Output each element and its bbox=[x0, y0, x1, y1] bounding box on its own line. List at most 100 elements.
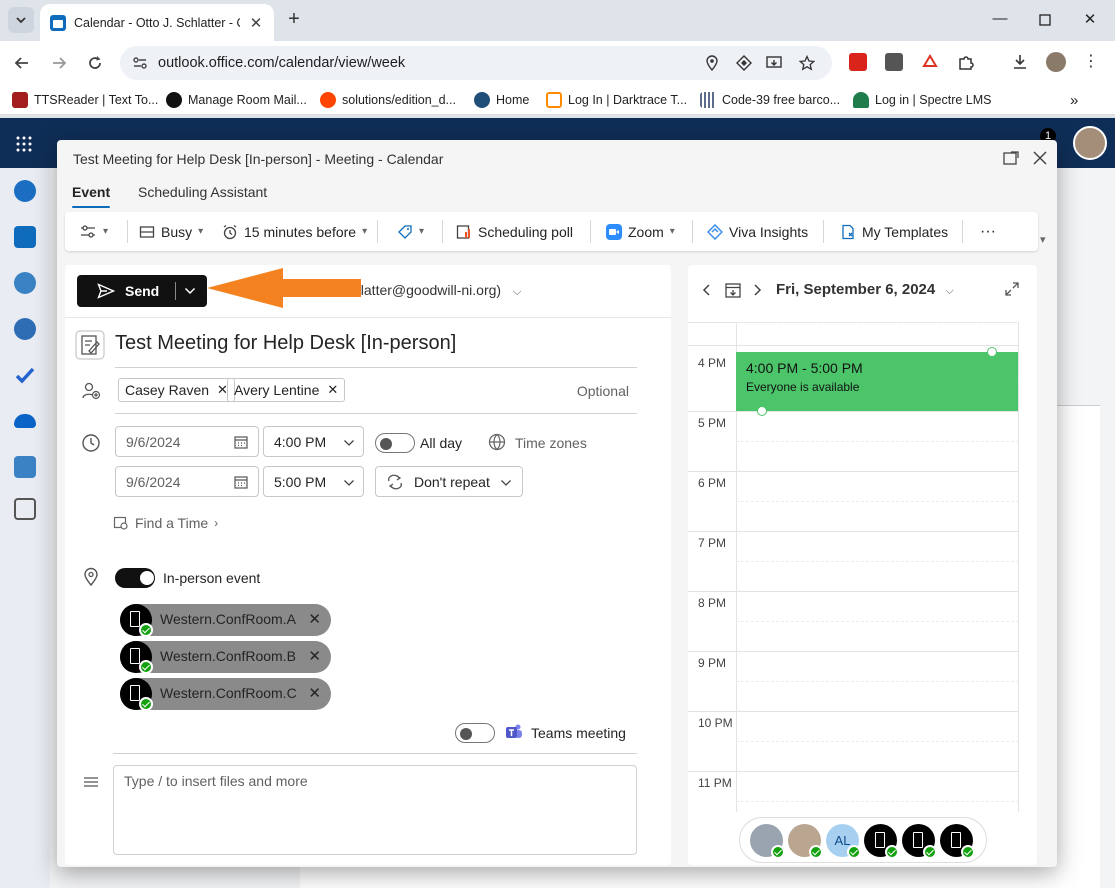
resize-handle-top[interactable] bbox=[987, 347, 997, 357]
browser-tab-calendar[interactable]: Calendar - Otto J. Schlatter - Ou ✕ bbox=[40, 4, 274, 41]
day-timeline[interactable]: 4 PM 5 PM 6 PM 7 PM 8 PM 9 PM 10 PM 11 P… bbox=[688, 322, 1019, 812]
attendees-field[interactable]: Casey Raven ✕ Avery Lentine ✕ Optional bbox=[115, 376, 637, 414]
bookmark-star-icon[interactable] bbox=[799, 55, 815, 71]
back-button[interactable] bbox=[12, 53, 32, 73]
extension-icon[interactable] bbox=[885, 53, 903, 71]
all-day-toggle[interactable] bbox=[375, 433, 415, 453]
from-account-dropdown[interactable]: hlatter@goodwill-ni.org) ⌵ bbox=[353, 282, 521, 299]
next-day-button[interactable] bbox=[750, 283, 764, 297]
day-date-picker[interactable]: Fri, September 6, 2024 ⌵ bbox=[776, 281, 954, 298]
meeting-title-input[interactable]: Test Meeting for Help Desk [In-person] bbox=[115, 330, 637, 368]
bookmark-home[interactable]: Home bbox=[474, 92, 529, 108]
options-button[interactable]: ▾ bbox=[79, 212, 108, 251]
todo-icon[interactable] bbox=[14, 364, 36, 386]
in-person-toggle[interactable] bbox=[115, 568, 155, 588]
calendar-icon[interactable] bbox=[14, 226, 36, 248]
resize-handle-bottom[interactable] bbox=[757, 406, 767, 416]
forward-button[interactable] bbox=[49, 53, 69, 73]
user-avatar[interactable] bbox=[1073, 126, 1107, 160]
room-chip-a[interactable]: Western.ConfRoom.A ✕ bbox=[120, 604, 331, 637]
calendar-icon bbox=[234, 476, 248, 489]
profile-avatar[interactable] bbox=[1046, 52, 1066, 72]
room-chip-b[interactable]: Western.ConfRoom.B ✕ bbox=[120, 641, 331, 674]
mail-icon[interactable] bbox=[14, 180, 36, 202]
previous-day-button[interactable] bbox=[700, 283, 714, 297]
remove-attendee-icon[interactable]: ✕ bbox=[327, 382, 338, 398]
more-apps-icon[interactable] bbox=[14, 498, 36, 520]
address-bar[interactable]: outlook.office.com/calendar/view/week bbox=[120, 46, 832, 80]
close-window-button[interactable]: ✕ bbox=[1080, 10, 1100, 28]
end-time-dropdown[interactable]: 5:00 PM bbox=[263, 466, 364, 497]
ribbon-expand-icon[interactable]: ▾ bbox=[1040, 233, 1046, 246]
reload-button[interactable] bbox=[85, 53, 105, 73]
bookmark-solutions[interactable]: solutions/edition_d... bbox=[320, 92, 456, 108]
room-name: Western.ConfRoom.B bbox=[160, 648, 296, 664]
remove-room-icon[interactable]: ✕ bbox=[308, 610, 321, 628]
onedrive-icon[interactable] bbox=[14, 414, 36, 428]
repeat-dropdown[interactable]: Don't repeat bbox=[375, 466, 523, 497]
pdf-extension-icon[interactable] bbox=[849, 53, 867, 71]
extensions-puzzle-icon[interactable] bbox=[957, 53, 975, 71]
viva-insights-button[interactable]: Viva Insights bbox=[707, 212, 808, 251]
room-chip-c[interactable]: Western.ConfRoom.C ✕ bbox=[120, 678, 331, 711]
install-app-icon[interactable] bbox=[766, 55, 782, 71]
tab-search-button[interactable] bbox=[8, 7, 34, 33]
go-to-today-icon[interactable] bbox=[724, 281, 742, 299]
bookmark-darktrace[interactable]: Log In | Darktrace T... bbox=[546, 92, 687, 108]
divider bbox=[175, 282, 176, 300]
site-settings-icon[interactable] bbox=[132, 55, 148, 71]
start-time-dropdown[interactable]: 4:00 PM bbox=[263, 426, 364, 457]
people-icon[interactable] bbox=[14, 272, 36, 294]
close-dialog-button[interactable] bbox=[1031, 149, 1049, 167]
apps-icon[interactable] bbox=[14, 456, 36, 478]
scheduling-poll-button[interactable]: Scheduling poll bbox=[456, 212, 573, 251]
my-templates-button[interactable]: My Templates bbox=[840, 212, 948, 251]
bookmark-spectre[interactable]: Log in | Spectre LMS bbox=[853, 92, 992, 108]
time-zones-button[interactable]: Time zones bbox=[515, 435, 587, 451]
browser-menu-icon[interactable]: ⋮ bbox=[1082, 53, 1100, 71]
app-launcher-icon[interactable] bbox=[15, 135, 33, 153]
extension-red-icon[interactable] bbox=[921, 53, 939, 71]
teams-meeting-toggle[interactable] bbox=[455, 723, 495, 743]
new-tab-button[interactable]: + bbox=[283, 8, 305, 30]
globe-icon[interactable] bbox=[488, 433, 506, 451]
room-name: Western.ConfRoom.A bbox=[160, 611, 296, 627]
tab-event[interactable]: Event bbox=[72, 184, 111, 208]
extension-diamond-icon[interactable] bbox=[736, 55, 752, 71]
tab-scheduling-assistant[interactable]: Scheduling Assistant bbox=[138, 184, 267, 200]
popout-button[interactable] bbox=[1002, 149, 1020, 167]
attendee-chip[interactable]: Casey Raven ✕ bbox=[118, 378, 235, 402]
chevron-down-icon[interactable] bbox=[184, 285, 196, 297]
send-button[interactable]: Send bbox=[77, 275, 207, 307]
reminder-dropdown[interactable]: 15 minutes before ▾ bbox=[222, 212, 367, 251]
message-body-editor[interactable]: Type / to insert files and more bbox=[113, 765, 637, 855]
expand-icon[interactable] bbox=[1004, 281, 1020, 297]
more-options-button[interactable]: ··· bbox=[980, 212, 996, 251]
location-icon[interactable] bbox=[704, 55, 720, 71]
bookmark-manage-room[interactable]: Manage Room Mail... bbox=[166, 92, 307, 108]
download-icon[interactable] bbox=[1011, 53, 1029, 71]
bookmark-code39[interactable]: Code-39 free barco... bbox=[700, 92, 840, 108]
tab-close-icon[interactable]: ✕ bbox=[248, 14, 264, 32]
end-date-picker[interactable]: 9/6/2024 bbox=[115, 466, 259, 497]
remove-room-icon[interactable]: ✕ bbox=[308, 647, 321, 665]
find-a-time-button[interactable]: Find a Time › bbox=[113, 515, 218, 531]
room-name: Western.ConfRoom.C bbox=[160, 685, 297, 701]
groups-icon[interactable] bbox=[14, 318, 36, 340]
bookmark-label: Home bbox=[496, 93, 530, 107]
hour-label: 9 PM bbox=[698, 656, 727, 670]
url-text[interactable]: outlook.office.com/calendar/view/week bbox=[158, 55, 405, 71]
zoom-dropdown[interactable]: Zoom ▾ bbox=[606, 212, 675, 251]
meeting-event-block[interactable]: 4:00 PM - 5:00 PM Everyone is available bbox=[736, 347, 1018, 416]
remove-room-icon[interactable]: ✕ bbox=[308, 684, 321, 702]
maximize-button[interactable] bbox=[1035, 10, 1055, 30]
busy-dropdown[interactable]: Busy ▾ bbox=[139, 212, 203, 251]
hour-gridline bbox=[688, 471, 1019, 472]
bookmark-ttsreader[interactable]: TTSReader | Text To... bbox=[12, 92, 158, 108]
more-bookmarks-button[interactable]: » bbox=[1070, 92, 1078, 109]
minimize-button[interactable]: — bbox=[990, 10, 1010, 27]
start-date-picker[interactable]: 9/6/2024 bbox=[115, 426, 259, 457]
optional-attendees-button[interactable]: Optional bbox=[577, 383, 629, 399]
attendee-chip[interactable]: Avery Lentine ✕ bbox=[227, 378, 346, 402]
categorize-button[interactable]: ▾ bbox=[397, 212, 424, 251]
